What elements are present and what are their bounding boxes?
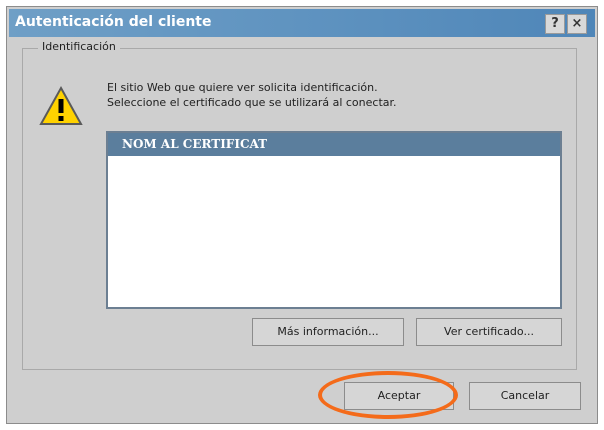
- close-button[interactable]: ×: [567, 14, 587, 34]
- window-title: Autenticación del cliente: [15, 14, 212, 30]
- certificate-list[interactable]: NOM AL CERTIFICAT: [106, 131, 562, 309]
- view-certificate-button[interactable]: Ver certificado...: [416, 318, 562, 346]
- message-line-1: El sitio Web que quiere ver solicita ide…: [107, 81, 378, 94]
- cancel-button[interactable]: Cancelar: [469, 382, 581, 410]
- help-button[interactable]: ?: [545, 14, 565, 34]
- accept-button-highlight: [318, 371, 458, 419]
- more-info-button[interactable]: Más información...: [252, 318, 404, 346]
- titlebar[interactable]: Autenticación del cliente ? ×: [9, 9, 595, 37]
- group-label: Identificación: [38, 40, 120, 53]
- warning-icon: [39, 85, 83, 125]
- message-text: El sitio Web que quiere ver solicita ide…: [107, 80, 527, 110]
- certificate-name-column-header[interactable]: NOM AL CERTIFICAT: [108, 133, 560, 156]
- message-line-2: Seleccione el certificado que se utiliza…: [107, 96, 397, 109]
